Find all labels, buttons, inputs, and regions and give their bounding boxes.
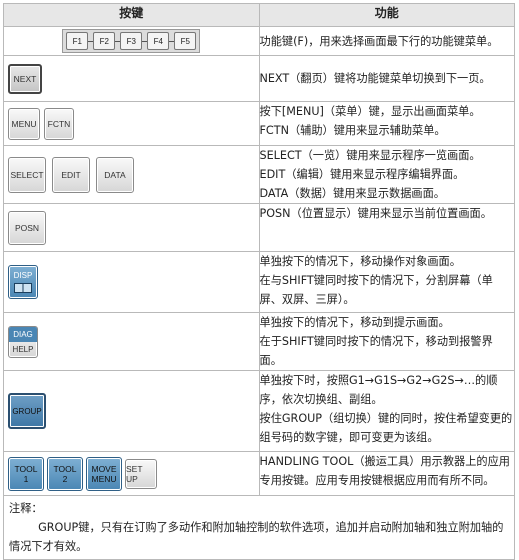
diag-help-key[interactable]: DIAG HELP bbox=[8, 325, 38, 358]
function-text: 单独按下时，按照G1→G1S→G2→G2S→…的顺序，依次切换组、副组。 bbox=[259, 374, 498, 406]
function-cell: 单独按下的情况下，移动操作对象画面。 在与SHIFT键同时按下的情况下，分割屏幕… bbox=[258, 251, 515, 313]
f1-key[interactable]: F1 bbox=[66, 32, 89, 50]
function-cell: SELECT（一览）键用来显示程序一览画面。 EDIT（编辑）键用来显示程序编辑… bbox=[258, 145, 515, 204]
function-text: EDIT（编辑）键用来显示程序编辑界面。 bbox=[259, 168, 465, 181]
function-text: 单独按下的情况下，移动操作对象画面。 bbox=[259, 255, 461, 268]
menu-key[interactable]: MENU bbox=[8, 107, 40, 140]
table-row: MENU FCTN 按下[MENU]（菜单）键，显示出画面菜单。 FCTN（辅助… bbox=[3, 101, 515, 146]
function-keys-strip: F1 F2 F3 F4 F5 bbox=[62, 29, 201, 53]
move-menu-key[interactable]: MOVE MENU bbox=[86, 456, 122, 491]
function-text: 按下[MENU]（菜单）键，显示出画面菜单。 bbox=[259, 105, 481, 118]
data-key[interactable]: DATA bbox=[96, 156, 134, 193]
function-text: 在于SHIFT键同时按下的情况下，移动到报警界面。 bbox=[259, 335, 493, 367]
function-text: 按住GROUP（组切换）键的同时，按住希望变更的组号码的数字键，即可变更为该组。 bbox=[259, 412, 513, 444]
function-cell: 单独按下时，按照G1→G1S→G2→G2S→…的顺序，依次切换组、副组。 按住G… bbox=[258, 370, 515, 452]
tool1-key-line1: TOOL bbox=[14, 463, 38, 474]
table-row: POSN POSN（位置显示）键用来显示当前位置画面。 bbox=[3, 203, 515, 252]
function-text: 在与SHIFT键同时按下的情况下，分割屏幕（单屏、双屏、三屏）。 bbox=[259, 274, 493, 306]
header-function: 功能 bbox=[258, 3, 515, 27]
function-cell: NEXT（翻页）键将功能键菜单切换到下一页。 bbox=[258, 55, 515, 102]
key-cell: NEXT bbox=[3, 55, 260, 102]
move-menu-key-line2: MENU bbox=[91, 473, 117, 484]
table-row: TOOL 1 TOOL 2 MOVE MENU SET UP HANDLING … bbox=[3, 451, 515, 496]
tool2-key-line1: TOOL bbox=[53, 463, 77, 474]
function-text: HANDLING TOOL（搬运工具）用示教器上的应用专用按键。应用专用按键根据… bbox=[259, 455, 510, 487]
note-cell: 注释： GROUP键，只有在订购了多动作和附加轴控制的软件选项，追加并启动附加轴… bbox=[3, 495, 515, 560]
function-text: SELECT（一览）键用来显示程序一览画面。 bbox=[259, 149, 481, 162]
tool2-key-line2: 2 bbox=[62, 473, 68, 484]
note-title: 注释： bbox=[9, 502, 43, 515]
function-text: NEXT（翻页）键将功能键菜单切换到下一页。 bbox=[259, 72, 491, 85]
disp-key[interactable]: DISP bbox=[8, 265, 38, 299]
f4-key[interactable]: F4 bbox=[147, 32, 170, 50]
f5-key[interactable]: F5 bbox=[174, 32, 197, 50]
note-row: 注释： GROUP键，只有在订购了多动作和附加轴控制的软件选项，追加并启动附加轴… bbox=[3, 495, 515, 560]
table-row: SELECT EDIT DATA SELECT（一览）键用来显示程序一览画面。 … bbox=[3, 145, 515, 204]
table-header-row: 按键 功能 bbox=[3, 3, 515, 27]
diag-key-label: DIAG bbox=[9, 326, 37, 342]
function-text: DATA（数据）键用来显示数据画面。 bbox=[259, 187, 445, 200]
split-screen-icon bbox=[14, 283, 32, 293]
tool1-key-line2: 1 bbox=[23, 473, 29, 484]
note-text: GROUP键，只有在订购了多动作和附加轴控制的软件选项，追加并启动附加轴和独立附… bbox=[9, 521, 504, 553]
function-cell: 功能键(F)，用来选择画面最下行的功能键菜单。 bbox=[258, 26, 515, 56]
key-cell: GROUP bbox=[3, 370, 260, 452]
function-cell: 按下[MENU]（菜单）键，显示出画面菜单。 FCTN（辅助）键用来显示辅助菜单… bbox=[258, 101, 515, 146]
fctn-key[interactable]: FCTN bbox=[44, 107, 74, 140]
move-menu-key-line1: MOVE bbox=[91, 463, 117, 474]
function-cell: HANDLING TOOL（搬运工具）用示教器上的应用专用按键。应用专用按键根据… bbox=[258, 451, 515, 496]
function-text: 功能键(F)，用来选择画面最下行的功能键菜单。 bbox=[259, 34, 499, 48]
f2-key[interactable]: F2 bbox=[93, 32, 116, 50]
key-cell: TOOL 1 TOOL 2 MOVE MENU SET UP bbox=[3, 451, 260, 496]
tool2-key[interactable]: TOOL 2 bbox=[47, 456, 83, 491]
key-cell: F1 F2 F3 F4 F5 bbox=[3, 26, 260, 56]
key-cell: DIAG HELP bbox=[3, 312, 260, 371]
group-key[interactable]: GROUP bbox=[8, 393, 46, 429]
tool1-key[interactable]: TOOL 1 bbox=[8, 456, 44, 491]
function-text: POSN（位置显示）键用来显示当前位置画面。 bbox=[259, 207, 492, 220]
key-cell: MENU FCTN bbox=[3, 101, 260, 146]
key-cell: POSN bbox=[3, 203, 260, 252]
help-key-label: HELP bbox=[12, 344, 34, 354]
function-cell: 单独按下的情况下，移动到提示画面。 在于SHIFT键同时按下的情况下，移动到报警… bbox=[258, 312, 515, 371]
posn-key[interactable]: POSN bbox=[8, 210, 46, 245]
key-cell: DISP bbox=[3, 251, 260, 313]
table-row: F1 F2 F3 F4 F5 功能键(F)，用来选择画面最下行的功能键菜单。 bbox=[3, 26, 515, 56]
table-row: DISP 单独按下的情况下，移动操作对象画面。 在与SHIFT键同时按下的情况下… bbox=[3, 251, 515, 313]
key-cell: SELECT EDIT DATA bbox=[3, 145, 260, 204]
edit-key[interactable]: EDIT bbox=[52, 156, 90, 193]
header-keys: 按键 bbox=[3, 3, 260, 27]
function-text: 单独按下的情况下，移动到提示画面。 bbox=[259, 316, 450, 329]
function-cell: POSN（位置显示）键用来显示当前位置画面。 bbox=[258, 203, 515, 252]
setup-key[interactable]: SET UP bbox=[125, 458, 157, 489]
disp-key-label: DISP bbox=[13, 271, 33, 280]
table-row: NEXT NEXT（翻页）键将功能键菜单切换到下一页。 bbox=[3, 55, 515, 102]
f3-key[interactable]: F3 bbox=[120, 32, 143, 50]
next-key[interactable]: NEXT bbox=[8, 63, 42, 94]
select-key[interactable]: SELECT bbox=[8, 156, 46, 193]
table-row: GROUP 单独按下时，按照G1→G1S→G2→G2S→…的顺序，依次切换组、副… bbox=[3, 370, 515, 452]
key-function-table: 按键 功能 F1 F2 F3 F4 F5 功能键(F)，用来选择画面最下行的功能… bbox=[3, 3, 515, 560]
table-row: DIAG HELP 单独按下的情况下，移动到提示画面。 在于SHIFT键同时按下… bbox=[3, 312, 515, 371]
function-text: FCTN（辅助）键用来显示辅助菜单。 bbox=[259, 124, 446, 137]
